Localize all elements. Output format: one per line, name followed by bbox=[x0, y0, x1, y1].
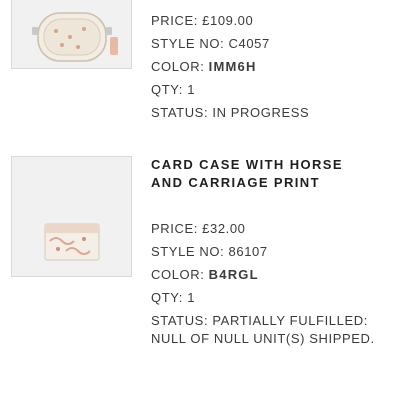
color-code: COLOR: IMM6H bbox=[151, 59, 257, 75]
style-label: STYLE NO: bbox=[151, 36, 225, 51]
status-text: STATUS: IN PROGRESS bbox=[151, 105, 310, 120]
quantity-text: QTY: 1 bbox=[151, 290, 196, 305]
color-label: COLOR: bbox=[151, 59, 205, 74]
color-label: COLOR: bbox=[151, 267, 205, 282]
color-code: COLOR: B4RGL bbox=[151, 267, 259, 283]
style-number: STYLE NO: C4057 bbox=[151, 36, 270, 52]
card-case-product-icon bbox=[44, 223, 100, 261]
color-value: IMM6H bbox=[208, 59, 257, 74]
price-text: PRICE: £32.00 bbox=[151, 221, 246, 236]
status-text: STATUS: PARTIALLY FULFILLED: NULL OF NUL… bbox=[151, 313, 375, 346]
color-value: B4RGL bbox=[208, 267, 259, 282]
product-thumbnail[interactable] bbox=[11, 156, 132, 277]
style-number: STYLE NO: 86107 bbox=[151, 244, 268, 260]
product-title[interactable]: CARD CASE WITH HORSE AND CARRIAGE PRINT bbox=[151, 156, 351, 192]
product-thumbnail[interactable] bbox=[11, 0, 132, 69]
price-text: PRICE: £109.00 bbox=[151, 13, 254, 28]
quantity-text: QTY: 1 bbox=[151, 82, 196, 97]
style-value: 86107 bbox=[228, 244, 268, 259]
style-label: STYLE NO: bbox=[151, 244, 225, 259]
camera-bag-product-icon bbox=[32, 12, 118, 62]
style-value: C4057 bbox=[228, 36, 270, 51]
